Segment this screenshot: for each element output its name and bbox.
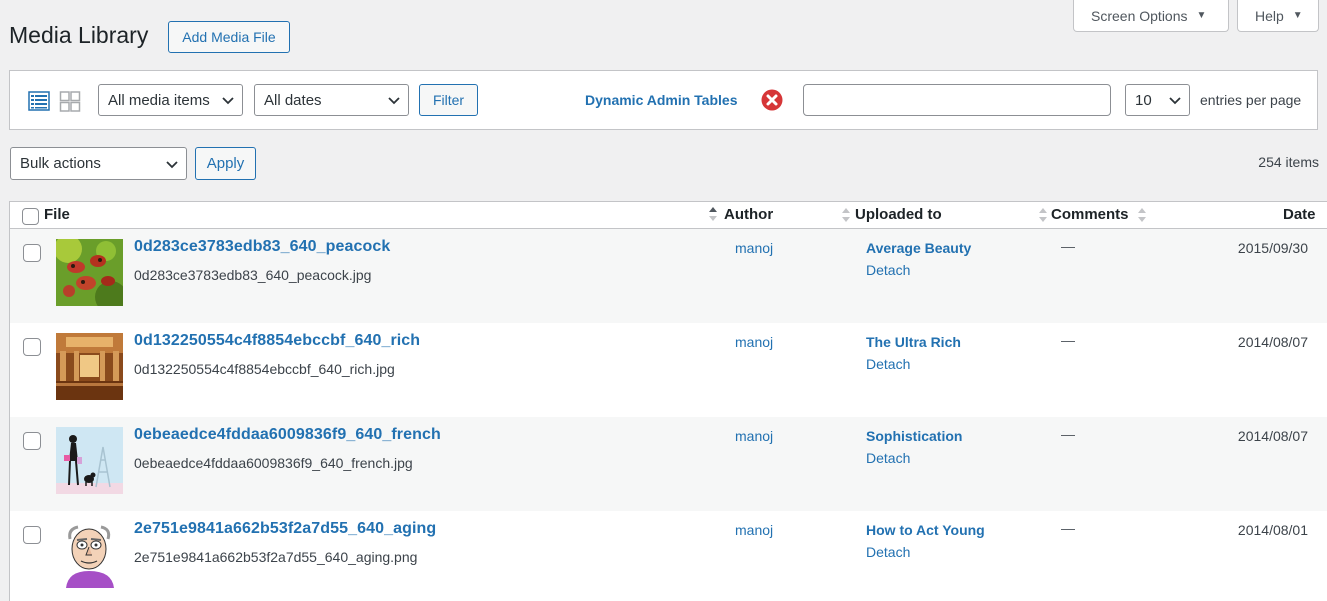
uploaded-to-link[interactable]: Sophistication	[866, 428, 962, 444]
row-checkbox[interactable]	[23, 244, 41, 262]
column-comments[interactable]: Comments	[1051, 206, 1129, 223]
french-lady-thumbnail[interactable]	[56, 427, 123, 494]
comments-value: —	[1061, 332, 1075, 348]
search-input[interactable]	[803, 84, 1111, 116]
row-checkbox[interactable]	[23, 338, 41, 356]
old-man-thumbnail[interactable]	[56, 521, 123, 588]
comments-value: —	[1061, 238, 1075, 254]
dates-value: All dates	[264, 91, 322, 109]
entries-per-page-label: entries per page	[1200, 92, 1302, 108]
page-title: Media Library	[9, 22, 149, 48]
chevron-down-icon	[222, 97, 234, 105]
ballroom-thumbnail[interactable]	[56, 333, 123, 400]
author-link[interactable]: manoj	[735, 522, 773, 538]
chevron-down-icon	[1169, 97, 1181, 105]
filter-button[interactable]: Filter	[419, 84, 478, 116]
screen-options-button[interactable]: Screen Options ▼	[1073, 0, 1229, 32]
comments-value: —	[1061, 520, 1075, 536]
table-row: 2e751e9841a662b53f2a7d55_640_aging 2e751…	[10, 511, 1327, 601]
close-icon[interactable]	[761, 89, 783, 111]
sort-icon[interactable]	[1137, 206, 1147, 224]
bulk-actions-value: Bulk actions	[20, 155, 101, 172]
uploaded-to-link[interactable]: How to Act Young	[866, 522, 985, 538]
media-filename: 0d132250554c4f8854ebccbf_640_rich.jpg	[134, 361, 395, 377]
author-link[interactable]: manoj	[735, 240, 773, 256]
date-value: 2014/08/07	[1237, 334, 1308, 350]
media-filename: 2e751e9841a662b53f2a7d55_640_aging.png	[134, 549, 418, 565]
media-filter-bar: All media items All dates Filter Dynamic…	[9, 70, 1318, 130]
apply-button[interactable]: Apply	[195, 147, 256, 180]
sort-asc-icon[interactable]	[708, 204, 718, 224]
caret-down-icon: ▼	[1196, 10, 1207, 21]
sort-icon[interactable]	[1038, 206, 1048, 224]
grid-view-icon[interactable]	[59, 90, 81, 112]
entries-value: 10	[1135, 91, 1152, 109]
table-row: 0d283ce3783edb83_640_peacock 0d283ce3783…	[10, 229, 1327, 323]
chevron-down-icon	[388, 97, 400, 105]
media-type-value: All media items	[108, 91, 210, 109]
help-label: Help	[1255, 7, 1284, 24]
column-file[interactable]: File	[44, 206, 70, 223]
butterflies-thumbnail[interactable]	[56, 239, 123, 306]
column-author[interactable]: Author	[724, 206, 773, 223]
screen-options-label: Screen Options	[1091, 7, 1188, 24]
detach-link[interactable]: Detach	[866, 262, 910, 278]
table-header: File Author Uploaded to Comments Date	[10, 202, 1327, 229]
date-value: 2014/08/07	[1237, 428, 1308, 444]
media-filename: 0d283ce3783edb83_640_peacock.jpg	[134, 267, 372, 283]
select-all-checkbox[interactable]	[22, 208, 39, 225]
table-row: 0ebeaedce4fddaa6009836f9_640_french 0ebe…	[10, 417, 1327, 511]
uploaded-to-link[interactable]: The Ultra Rich	[866, 334, 961, 350]
help-button[interactable]: Help ▼	[1237, 0, 1319, 32]
dynamic-admin-tables-link[interactable]: Dynamic Admin Tables	[585, 92, 737, 108]
media-title-link[interactable]: 0ebeaedce4fddaa6009836f9_640_french	[134, 426, 441, 444]
list-view-icon[interactable]	[28, 90, 50, 112]
column-date[interactable]: Date	[1283, 206, 1316, 223]
entries-per-page-select[interactable]: 10	[1125, 84, 1190, 116]
caret-down-icon: ▼	[1292, 10, 1303, 21]
media-table: File Author Uploaded to Comments Date 0d…	[9, 201, 1327, 601]
media-title-link[interactable]: 2e751e9841a662b53f2a7d55_640_aging	[134, 520, 436, 538]
uploaded-to-link[interactable]: Average Beauty	[866, 240, 971, 256]
detach-link[interactable]: Detach	[866, 356, 910, 372]
detach-link[interactable]: Detach	[866, 544, 910, 560]
add-media-file-button[interactable]: Add Media File	[168, 21, 290, 53]
screen-meta-tabs: Screen Options ▼ Help ▼	[1073, 0, 1319, 32]
media-title-link[interactable]: 0d283ce3783edb83_640_peacock	[134, 238, 390, 256]
column-uploaded-to[interactable]: Uploaded to	[855, 206, 942, 223]
detach-link[interactable]: Detach	[866, 450, 910, 466]
author-link[interactable]: manoj	[735, 334, 773, 350]
media-filename: 0ebeaedce4fddaa6009836f9_640_french.jpg	[134, 455, 413, 471]
date-value: 2014/08/01	[1237, 522, 1308, 538]
table-row: 0d132250554c4f8854ebccbf_640_rich 0d1322…	[10, 323, 1327, 417]
bulk-actions-select[interactable]: Bulk actions	[10, 147, 187, 180]
media-type-select[interactable]: All media items	[98, 84, 243, 116]
row-checkbox[interactable]	[23, 432, 41, 450]
chevron-down-icon	[166, 161, 178, 169]
date-value: 2015/09/30	[1237, 240, 1308, 256]
row-checkbox[interactable]	[23, 526, 41, 544]
comments-value: —	[1061, 426, 1075, 442]
sort-icon[interactable]	[841, 206, 851, 224]
author-link[interactable]: manoj	[735, 428, 773, 444]
dates-select[interactable]: All dates	[254, 84, 409, 116]
item-count: 254 items	[1258, 154, 1319, 170]
media-title-link[interactable]: 0d132250554c4f8854ebccbf_640_rich	[134, 332, 420, 350]
